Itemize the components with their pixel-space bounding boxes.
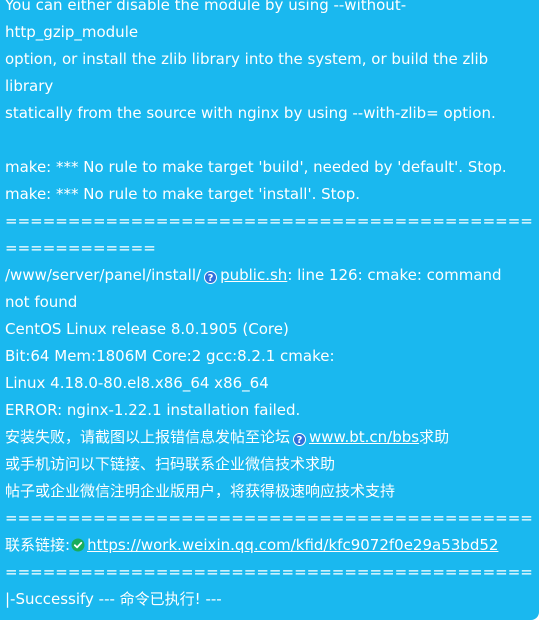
contact-link[interactable]: https://work.weixin.qq.com/kfid/kfc9072f… — [87, 536, 498, 554]
verified-check-icon — [71, 538, 85, 552]
output-line-error: ERROR: nginx-1.22.1 installation failed. — [5, 401, 301, 419]
output-line-forum: 安装失败，请截图以上报错信息发帖至论坛? www.bt.cn/bbs求助 — [5, 424, 539, 451]
contact-label: 联系链接: — [5, 536, 71, 554]
output-line: make: *** No rule to make target 'instal… — [5, 185, 360, 203]
forum-prefix-text: 安装失败，请截图以上报错信息发帖至论坛 — [5, 428, 291, 446]
output-line: make: *** No rule to make target 'build'… — [5, 158, 507, 176]
output-line: 或手机访问以下链接、扫码联系企业微信技术求助 — [5, 455, 336, 473]
output-line: You can either disable the module by usi… — [5, 0, 407, 14]
output-line: option, or install the zlib library into… — [5, 50, 489, 68]
script-link[interactable]: public.sh — [220, 266, 287, 284]
error-text: : line 126: cmake: command — [287, 266, 502, 284]
question-circle-icon: ? — [293, 433, 307, 446]
separator-rule: ========================================… — [5, 212, 533, 230]
output-line: statically from the source with nginx by… — [5, 104, 496, 122]
separator-rule: ========================================… — [5, 563, 533, 581]
path-text: /www/server/panel/install/ — [5, 266, 202, 284]
output-line-script-error: /www/server/panel/install/? public.sh: li… — [5, 262, 539, 289]
output-line-success: |-Successify --- 命令已执行! --- — [5, 590, 222, 608]
output-line: not found — [5, 293, 78, 311]
output-line: http_gzip_module — [5, 23, 139, 41]
separator-rule: ============ — [5, 239, 156, 257]
output-line: CentOS Linux release 8.0.1905 (Core) — [5, 320, 289, 338]
output-line-contact: 联系链接: https://work.weixin.qq.com/kfid/kfc… — [5, 532, 539, 559]
terminal-output-text: You can either disable the module by usi… — [5, 0, 539, 613]
output-line: Bit:64 Mem:1806M Core:2 gcc:8.2.1 cmake: — [5, 347, 335, 365]
output-line: 帖子或企业微信注明企业版用户，将获得极速响应技术支持 — [5, 482, 396, 500]
forum-suffix-text: 求助 — [419, 428, 450, 446]
question-circle-icon: ? — [204, 271, 218, 284]
output-line: library — [5, 77, 54, 95]
forum-link[interactable]: www.bt.cn/bbs — [309, 428, 419, 446]
separator-rule: ========================================… — [5, 509, 533, 527]
output-line: Linux 4.18.0-80.el8.x86_64 x86_64 — [5, 374, 269, 392]
terminal-output-bubble: You can either disable the module by usi… — [0, 0, 539, 620]
